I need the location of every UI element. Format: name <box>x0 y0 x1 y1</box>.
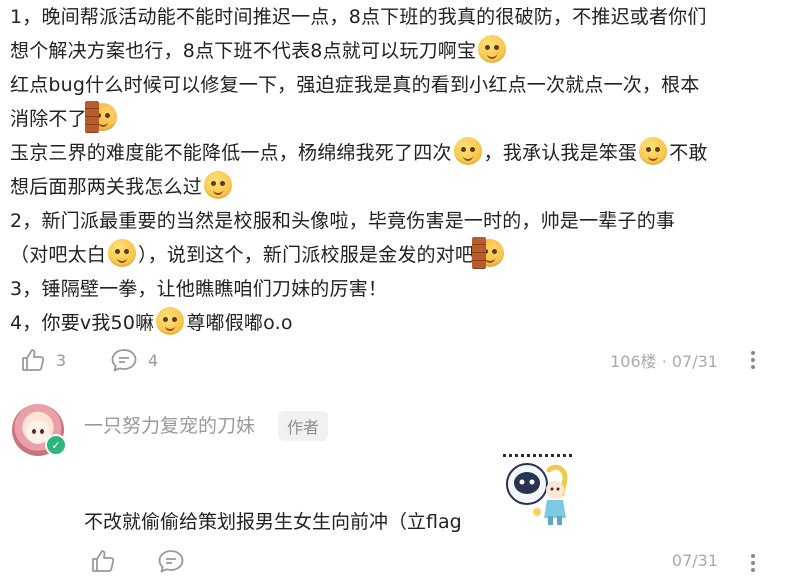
post-line: 4，你要v我50嘛 尊嘟假嘟o.o <box>10 306 293 340</box>
comment-count: 4 <box>148 350 159 370</box>
reply-date: 07/31 <box>671 551 718 570</box>
post-line: （对吧太白 ），说到这个，新门派校服是金发的对吧 <box>10 237 506 272</box>
post-text: 消除不了 <box>10 108 87 130</box>
post-text: 红点bug什么时候可以修复一下，强迫症我是真的看到小红点一次就点一次，根本 <box>10 74 700 96</box>
post-line: 玉京三界的难度能不能降低一点，杨绵绵我死了四次 ，我承认我是笨蛋 不敢 <box>10 136 708 170</box>
comment-bubble-icon <box>158 550 184 573</box>
post-line: 想个解决方案也行，8点下班不代表8点就可以玩刀啊宝 <box>10 34 508 68</box>
like-count: 3 <box>56 350 67 370</box>
reply-like-button[interactable] <box>90 548 116 574</box>
post-line: 2，新门派最重要的当然是校服和头像啦，毕竟伤害是一时的，帅是一辈子的事 <box>10 204 675 238</box>
post-line: 红点bug什么时候可以修复一下，强迫症我是真的看到小红点一次就点一次，根本 <box>10 68 700 102</box>
post-text: 1，晚间帮派活动能不能时间推迟一点，8点下班的我真的很破防，不推迟或者你们 <box>10 6 707 28</box>
wall-peek-emoji-icon <box>84 101 117 133</box>
post-text: （对吧太白 <box>10 244 107 266</box>
astronaut-girl-sticker-icon <box>503 454 572 525</box>
dizzy-face-emoji-icon <box>478 35 507 63</box>
post-line: 消除不了 <box>10 101 119 136</box>
post-text: 2，新门派最重要的当然是校服和头像啦，毕竟伤害是一时的，帅是一辈子的事 <box>10 210 676 232</box>
author-tag: 作者 <box>278 411 329 441</box>
reply-author-name[interactable]: 一只努力复宠的刀妹 <box>84 411 255 438</box>
post-line: 想后面那两关我怎么过 <box>10 170 234 204</box>
flower-face-emoji-icon <box>108 239 137 267</box>
silly-face-emoji-icon <box>639 137 668 165</box>
post-text: 4，你要v我50嘛 <box>10 312 155 334</box>
relieved-face-emoji-icon <box>204 171 233 199</box>
comment-bubble-icon <box>111 349 137 372</box>
post-text: ），说到这个，新门派校服是金发的对吧 <box>138 244 475 266</box>
post-text: ，我承认我是笨蛋 <box>483 142 638 164</box>
post-text: 不敢 <box>669 142 708 164</box>
post-text: 想个解决方案也行，8点下班不代表8点就可以玩刀啊宝 <box>10 40 477 62</box>
reply-comment-button[interactable] <box>157 548 185 574</box>
wall-peek-emoji-icon <box>472 237 505 269</box>
like-button[interactable]: 3 <box>20 347 66 373</box>
thumbs-up-icon <box>22 349 45 371</box>
more-options-icon[interactable] <box>750 348 756 372</box>
comment-button[interactable]: 4 <box>110 347 158 373</box>
post-text: 3，锤隔壁一拳，让他瞧瞧咱们刀妹的厉害！ <box>10 278 388 300</box>
reply-more-options-icon[interactable] <box>750 551 756 575</box>
awkward-face-emoji-icon <box>453 137 482 165</box>
post-line: 1，晚间帮派活动能不能时间推迟一点，8点下班的我真的很破防，不推迟或者你们 <box>10 0 707 34</box>
post-text: 玉京三界的难度能不能降低一点，杨绵绵我死了四次 <box>10 142 452 164</box>
floor-date: 106楼 · 07/31 <box>610 352 718 371</box>
post-text: 尊嘟假嘟o.o <box>186 312 293 334</box>
shy-face-emoji-icon <box>156 307 185 335</box>
post-line: 3，锤隔壁一拳，让他瞧瞧咱们刀妹的厉害！ <box>10 272 387 306</box>
verified-badge-icon: ✓ <box>45 434 67 456</box>
thumbs-up-icon <box>92 550 115 572</box>
reply-action-bar: 07/31 <box>0 544 786 578</box>
reply-text: 不改就偷偷给策划报男生女生向前冲（立flag <box>84 511 462 533</box>
post-action-bar: 3 4 106楼 · 07/31 <box>0 343 786 377</box>
post-text: 想后面那两关我怎么过 <box>10 176 203 198</box>
